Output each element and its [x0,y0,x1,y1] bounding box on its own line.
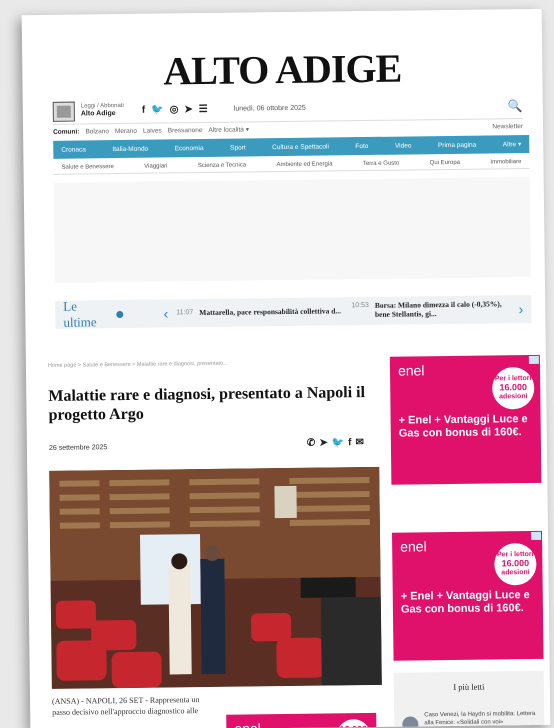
ad-choices-icon[interactable] [528,355,539,365]
ad-badge: 16.000 [336,718,371,728]
comune-link[interactable]: Bressanone [168,127,203,134]
enel-logo: enel [397,362,425,379]
altre-localita-dropdown[interactable]: Altre località ▾ [208,125,249,133]
le-ultime-title[interactable]: Le ultime [63,298,113,331]
conference-photo-illustration [49,466,382,689]
piu-letti-title: I più letti [453,681,485,692]
piu-letti-item[interactable]: Caso Venezi, la Haydn si mobilita: Lette… [424,711,536,728]
subnav-item[interactable]: Ambiente ed Energia [276,161,332,168]
telegram-icon[interactable]: ➤ [184,104,193,115]
ad-badge: Per i lettori 16.000 adesioni [491,366,535,410]
chevron-right-icon[interactable]: › [519,301,524,317]
badge-number: 16.000 [501,557,530,569]
le-ultime-ticker: Le ultime ‹ 11:07 Mattarella, pace respo… [55,295,532,331]
login-brand-label: Alto Adige [80,110,116,118]
chevron-left-icon[interactable]: ‹ [163,305,168,321]
ticker-text: Borsa: Milano dimezza il calo (-0,35%), … [374,299,502,319]
page: ALTO ADIGE Leggi / Abbonati Alto Adige f… [21,8,551,728]
ticker-item[interactable]: 11:07 Mattarella, pace responsabilità co… [176,306,343,318]
ad-copy: + Enel + Vantaggi Luce e Gas con bonus d… [398,413,528,440]
article-body-preview: (ANSA) - NAPOLI, 26 SET - Rappresenta un… [51,695,200,717]
article-thumbnail[interactable] [402,716,419,728]
search-icon[interactable]: 🔍 [508,99,523,113]
nav-item[interactable]: Economia [175,144,204,151]
piu-letti-box: I più letti Caso Venezi, la Haydn si mob… [393,670,545,728]
nav-item[interactable]: Video [395,142,412,149]
ticker-time: 10:53 [351,302,369,310]
ticker-time: 11:07 [176,308,194,317]
newsletter-link[interactable]: Newsletter [492,123,523,130]
current-date: lunedì, 06 ottobre 2025 [233,104,306,113]
subnav-item[interactable]: Immobiliare [490,159,521,165]
article-photo [49,466,382,689]
nav-item[interactable]: Prima pagina [438,141,476,148]
nav-item[interactable]: Sport [230,144,246,151]
comuni-label: Comuni: [53,128,80,136]
twitter-icon[interactable]: 🐦 [151,104,164,115]
nav-item[interactable]: Foto [355,142,368,149]
badge-bottom-text: adesioni [499,392,528,400]
ad-badge: Per i lettori 16.000 adesioni [494,542,537,586]
subnav-item[interactable]: Viaggiari [144,163,167,169]
facebook-icon[interactable]: f [348,437,351,448]
enel-logo: enel [234,720,261,728]
enel-logo: enel [400,538,427,555]
badge-number: 16.000 [499,381,528,393]
breadcrumb[interactable]: Home page > Salute e Benessere > Malatti… [48,361,228,369]
share-buttons: ✆ ➤ 🐦 f ✉ [307,437,364,449]
live-dot-icon [116,310,124,318]
sub-nav: Salute e Benessere Viaggiari Scienza e T… [53,155,530,175]
instagram-icon[interactable]: ◎ [170,104,179,115]
article-headline: Malattie rare e diagnosi, presentato a N… [48,384,366,425]
masthead-logo[interactable]: ALTO ADIGE [22,43,543,96]
telegram-icon[interactable]: ➤ [319,437,328,448]
email-icon[interactable]: ✉ [355,437,364,448]
article-date: 26 settembre 2025 [48,444,108,452]
badge-bottom-text: adesioni [501,568,530,576]
enel-ad-bottom[interactable]: enel 16.000 [226,712,377,728]
subnav-item[interactable]: Terra e Gusto [363,160,399,166]
ad-placeholder-banner [53,177,531,283]
rss-icon[interactable]: ☰ [199,104,208,115]
enel-ad-top[interactable]: enel Per i lettori 16.000 adesioni + Ene… [389,354,542,485]
subnav-item[interactable]: Qui Europa [430,159,460,165]
subnav-item[interactable]: Scienza e Tecnica [198,162,246,169]
ticker-text: Mattarella, pace responsabilità colletti… [199,306,342,317]
nav-item[interactable]: Cultura e Spettacoli [272,143,329,151]
social-links: f 🐦 ◎ ➤ ☰ [142,104,208,116]
subnav-item[interactable]: Salute e Benessere [61,164,113,171]
nav-more-dropdown[interactable]: Altre ▾ [503,140,522,148]
ad-copy: + Enel + Vantaggi Luce e Gas con bonus d… [400,589,530,616]
newsstand-icon[interactable] [52,101,75,122]
ticker-item[interactable]: 10:53 Borsa: Milano dimezza il calo (-0,… [351,299,518,320]
facebook-icon[interactable]: f [142,105,145,116]
login-link[interactable]: Leggi / Abbonati Alto Adige [81,103,124,118]
twitter-icon[interactable]: 🐦 [332,437,345,448]
comune-link[interactable]: Merano [115,127,137,134]
nav-item[interactable]: Cronaca [61,146,86,153]
comune-link[interactable]: Bolzano [85,128,109,135]
whatsapp-icon[interactable]: ✆ [307,438,316,449]
comune-link[interactable]: Laives [143,127,162,134]
enel-ad-middle[interactable]: enel Per i lettori 16.000 adesioni + Ene… [391,530,544,661]
ad-choices-icon[interactable] [530,531,542,541]
nav-item[interactable]: Italia-Mondo [112,145,148,152]
